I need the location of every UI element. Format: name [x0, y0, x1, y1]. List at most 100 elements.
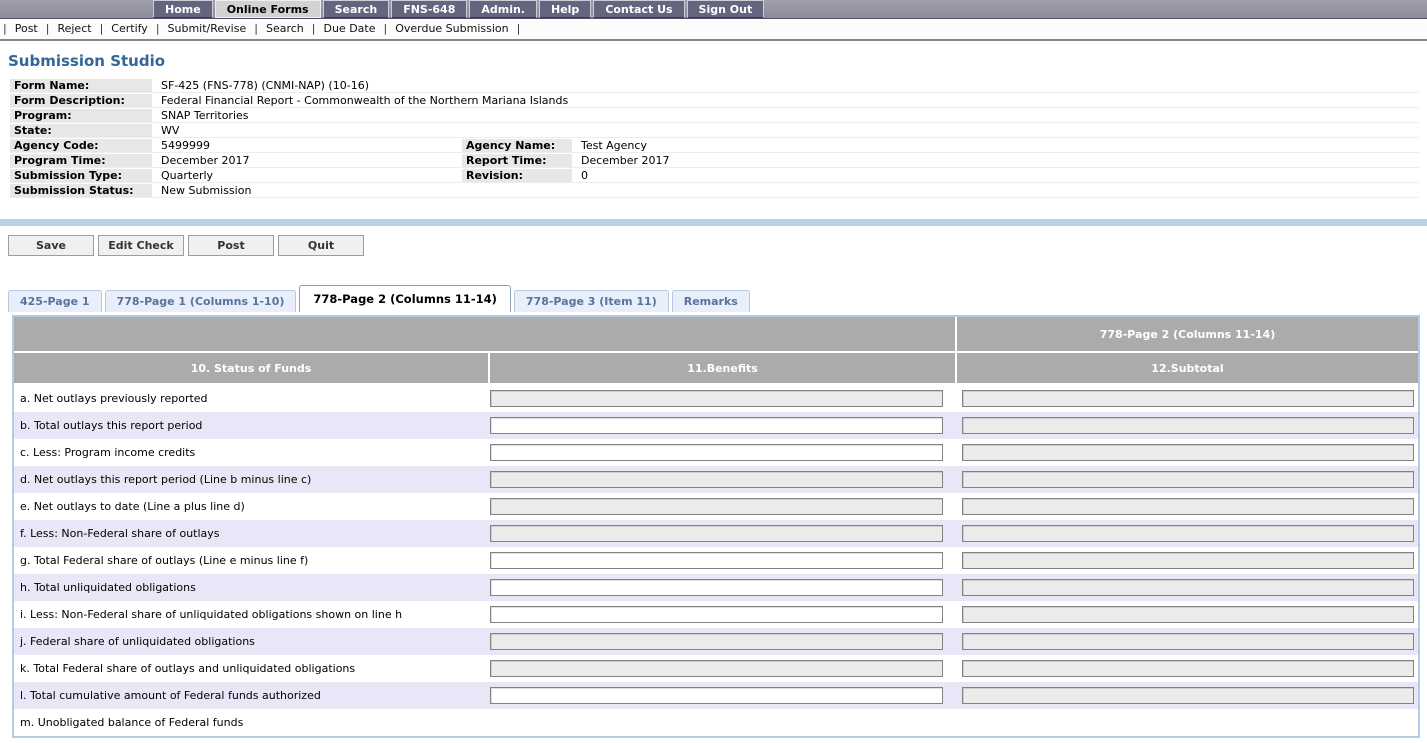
fund-row-label: h. Total unliquidated obligations [14, 581, 488, 594]
tab-778-page-3-item-11[interactable]: 778-Page 3 (Item 11) [514, 290, 669, 312]
topnav-item-admin[interactable]: Admin. [469, 0, 537, 18]
fund-row-label: k. Total Federal share of outlays and un… [14, 662, 488, 675]
fund-row-a: a. Net outlays previously reported [14, 385, 1418, 412]
fund-row-m: m. Unobligated balance of Federal funds [14, 709, 1418, 736]
detail-label: Form Description: [10, 94, 152, 107]
fund-row-i: i. Less: Non-Federal share of unliquidat… [14, 601, 1418, 628]
subtotal-input-h [962, 579, 1414, 596]
toolbar-link-post[interactable]: Post [15, 22, 38, 35]
toolbar-link-submit-revise[interactable]: Submit/Revise [168, 22, 247, 35]
subtotal-cell [955, 471, 1418, 488]
fund-row-e: e. Net outlays to date (Line a plus line… [14, 493, 1418, 520]
benefits-cell [488, 606, 955, 623]
toolbar-link-due-date[interactable]: Due Date [323, 22, 375, 35]
toolbar-link-reject[interactable]: Reject [57, 22, 91, 35]
detail-label: Form Name: [10, 79, 152, 92]
subtotal-input-f [962, 525, 1414, 542]
topnav-item-help[interactable]: Help [539, 0, 591, 18]
subtotal-input-j [962, 633, 1414, 650]
save-button[interactable]: Save [8, 235, 94, 256]
detail-value: December 2017 [579, 154, 1419, 167]
toolbar-link-certify[interactable]: Certify [111, 22, 148, 35]
subtotal-cell [955, 444, 1418, 461]
toolbar-separator: | [517, 22, 521, 35]
fund-row-label: j. Federal share of unliquidated obligat… [14, 635, 488, 648]
subtotal-input-d [962, 471, 1414, 488]
subtotal-input-g [962, 552, 1414, 569]
benefits-input-d [490, 471, 943, 488]
tab-778-page-2-columns-11-14[interactable]: 778-Page 2 (Columns 11-14) [299, 285, 510, 312]
fund-row-label: l. Total cumulative amount of Federal fu… [14, 689, 488, 702]
subtotal-cell [955, 687, 1418, 704]
topnav-item-sign-out[interactable]: Sign Out [687, 0, 765, 18]
detail-row-program-time: Program Time:December 2017Report Time:De… [10, 154, 1419, 168]
benefits-cell [488, 390, 955, 407]
benefits-input-e [490, 498, 943, 515]
detail-row-program: Program: SNAP Territories [10, 109, 1419, 123]
benefits-input-l[interactable] [490, 687, 943, 704]
benefits-cell [488, 471, 955, 488]
benefits-cell [488, 417, 955, 434]
subtotal-cell [955, 606, 1418, 623]
detail-label: Program: [10, 109, 152, 122]
panel-title: 778-Page 2 (Columns 11-14) [957, 317, 1418, 351]
topnav-item-fns-648[interactable]: FNS-648 [391, 0, 467, 18]
subtotal-cell [955, 552, 1418, 569]
fund-row-j: j. Federal share of unliquidated obligat… [14, 628, 1418, 655]
tab-778-page-1-columns-1-10[interactable]: 778-Page 1 (Columns 1-10) [105, 290, 297, 312]
detail-value: SF-425 (FNS-778) (CNMI-NAP) (10-16) [159, 79, 1419, 92]
detail-label: Revision: [462, 169, 572, 182]
detail-row-agency-code: Agency Code:5499999Agency Name:Test Agen… [10, 139, 1419, 153]
topnav-item-home[interactable]: Home [153, 0, 213, 18]
top-nav: HomeOnline FormsSearchFNS-648Admin.HelpC… [0, 0, 1427, 19]
benefits-input-b[interactable] [490, 417, 943, 434]
column-headers: 10. Status of Funds11.Benefits12.Subtota… [14, 353, 1418, 383]
toolbar-link-overdue-submission[interactable]: Overdue Submission [395, 22, 508, 35]
edit-check-button[interactable]: Edit Check [98, 235, 184, 256]
benefits-input-c[interactable] [490, 444, 943, 461]
panel-title-spacer [14, 317, 955, 351]
tab-425-page-1[interactable]: 425-Page 1 [8, 290, 102, 312]
benefits-input-h[interactable] [490, 579, 943, 596]
detail-value: SNAP Territories [159, 109, 1419, 122]
topnav-item-online-forms[interactable]: Online Forms [215, 0, 321, 18]
detail-value: 5499999 [159, 139, 455, 152]
benefits-cell [488, 579, 955, 596]
benefits-input-k [490, 660, 943, 677]
toolbar-separator: | [383, 22, 387, 35]
subtotal-cell [955, 498, 1418, 515]
detail-value: New Submission [159, 184, 1419, 197]
fund-row-label: c. Less: Program income credits [14, 446, 488, 459]
subtotal-cell [955, 417, 1418, 434]
detail-row-submission-status: Submission Status:New Submission [10, 184, 1419, 198]
detail-row-submission-type: Submission Type:QuarterlyRevision:0 [10, 169, 1419, 183]
benefits-input-i[interactable] [490, 606, 943, 623]
benefits-cell [488, 552, 955, 569]
benefits-input-g[interactable] [490, 552, 943, 569]
topnav-item-search[interactable]: Search [323, 0, 390, 18]
page-title: Submission Studio [8, 52, 1427, 70]
toolbar-link-search[interactable]: Search [266, 22, 304, 35]
benefits-cell [488, 444, 955, 461]
toolbar-separator: | [156, 22, 160, 35]
tab-strip: 425-Page 1778-Page 1 (Columns 1-10)778-P… [8, 285, 1427, 312]
benefits-cell [488, 525, 955, 542]
detail-value: Quarterly [159, 169, 455, 182]
topnav-item-contact-us[interactable]: Contact Us [593, 0, 684, 18]
action-buttons: SaveEdit CheckPostQuit [8, 235, 1427, 256]
post-button[interactable]: Post [188, 235, 274, 256]
fund-row-g: g. Total Federal share of outlays (Line … [14, 547, 1418, 574]
column-header-11-benefits: 11.Benefits [490, 353, 955, 383]
subtotal-cell [955, 633, 1418, 650]
subtotal-cell [955, 579, 1418, 596]
tab-remarks[interactable]: Remarks [672, 290, 750, 312]
detail-value: Federal Financial Report - Commonwealth … [159, 94, 1419, 107]
detail-row-form-name: Form Name: SF-425 (FNS-778) (CNMI-NAP) (1… [10, 79, 1419, 93]
toolbar-nav: |Post|Reject|Certify|Submit/Revise|Searc… [0, 19, 1427, 41]
fund-row-f: f. Less: Non-Federal share of outlays [14, 520, 1418, 547]
fund-row-d: d. Net outlays this report period (Line … [14, 466, 1418, 493]
subtotal-input-k [962, 660, 1414, 677]
quit-button[interactable]: Quit [278, 235, 364, 256]
fund-row-label: f. Less: Non-Federal share of outlays [14, 527, 488, 540]
benefits-input-a [490, 390, 943, 407]
